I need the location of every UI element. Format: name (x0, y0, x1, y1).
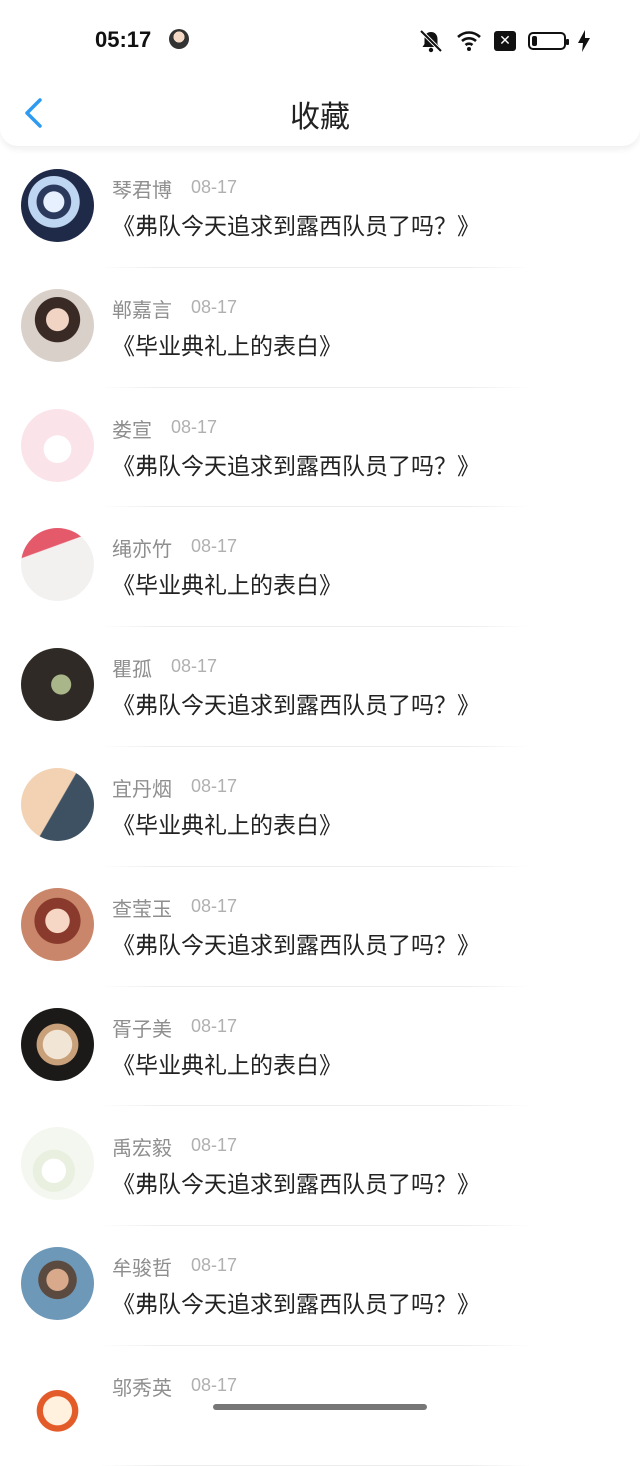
list-item[interactable]: 郸嘉言 08-17 《毕业典礼上的表白》 (0, 268, 640, 388)
avatar[interactable] (21, 1007, 94, 1081)
author-name: 绳亦竹 (112, 537, 172, 562)
avatar[interactable] (21, 767, 94, 841)
wifi-icon (457, 31, 481, 51)
item-topic[interactable]: 《弗队今天追求到露西队员了吗？》 (112, 1285, 480, 1319)
item-date: 08-17 (191, 536, 238, 557)
author-name: 娄宣 (112, 417, 152, 442)
item-topic[interactable]: 《弗队今天追求到露西队员了吗？》 (112, 926, 480, 960)
author-name: 琴君博 (112, 178, 172, 202)
item-date: 08-17 (191, 1374, 238, 1395)
item-date: 08-17 (191, 1015, 238, 1036)
avatar[interactable] (21, 1366, 94, 1440)
avatar[interactable] (21, 1247, 94, 1321)
item-topic[interactable]: 《弗队今天追求到露西队员了吗？》 (112, 207, 480, 241)
item-date: 08-17 (191, 895, 238, 916)
list-item[interactable]: 查莹玉 08-17 《弗队今天追求到露西队员了吗？》 (0, 867, 640, 987)
list-item[interactable]: 绳亦竹 08-17 《毕业典礼上的表白》 (0, 507, 640, 628)
avatar[interactable] (21, 648, 94, 722)
avatar[interactable] (21, 1127, 94, 1201)
charging-bolt-icon (578, 30, 590, 52)
list-item[interactable]: 琴君博 08-17 《弗队今天追求到露西队员了吗？》 (0, 148, 640, 268)
favorites-list: 琴君博 08-17 《弗队今天追求到露西队员了吗？》 郸嘉言 08-17 《毕业典礼上的表… (0, 148, 640, 1466)
author-name: 邬秀英 (112, 1375, 172, 1400)
item-topic[interactable]: 《弗队今天追求到露西队员了吗？》 (112, 686, 480, 720)
item-topic[interactable]: 《毕业典礼上的表白》 (112, 566, 342, 600)
item-topic[interactable]: 《毕业典礼上的表白》 (112, 806, 342, 840)
battery-icon (528, 32, 569, 50)
nav-header: 收藏 (0, 78, 640, 146)
item-topic[interactable]: 《弗队今天追求到露西队员了吗？》 (112, 447, 480, 481)
list-item[interactable]: 娄宣 08-17 《弗队今天追求到露西队员了吗？》 (0, 388, 640, 508)
item-topic[interactable]: 《弗队今天追求到露西队员了吗？》 (112, 1165, 480, 1199)
author-name: 胥子美 (112, 1016, 172, 1041)
item-date: 08-17 (191, 296, 238, 317)
status-avatar-icon (169, 29, 189, 49)
author-name: 瞿孤 (112, 657, 152, 682)
item-date: 08-17 (191, 1135, 238, 1156)
close-box-icon: ✕ (494, 31, 516, 51)
author-name: 禹宏毅 (112, 1136, 172, 1161)
item-date: 08-17 (191, 1255, 238, 1276)
avatar[interactable] (21, 169, 94, 242)
status-bar: 05:17 ✕ (0, 0, 640, 80)
list-item[interactable]: 胥子美 08-17 《毕业典礼上的表白》 (0, 987, 640, 1107)
item-date: 08-17 (171, 416, 218, 437)
list-item[interactable]: 瞿孤 08-17 《弗队今天追求到露西队员了吗？》 (0, 627, 640, 747)
home-indicator[interactable] (213, 1404, 427, 1410)
item-date: 08-17 (171, 656, 218, 677)
author-name: 牟骏哲 (112, 1256, 172, 1281)
item-topic[interactable]: 《毕业典礼上的表白》 (112, 1046, 342, 1080)
list-item[interactable]: 禹宏毅 08-17 《弗队今天追求到露西队员了吗？》 (0, 1106, 640, 1227)
avatar[interactable] (21, 288, 94, 362)
author-name: 查莹玉 (112, 896, 172, 921)
item-topic[interactable]: 《毕业典礼上的表白》 (112, 327, 342, 361)
page-title: 收藏 (290, 100, 350, 135)
status-time: 05:17 (95, 27, 152, 52)
author-name: 宜丹烟 (112, 776, 172, 801)
avatar[interactable] (21, 887, 94, 961)
avatar[interactable] (21, 528, 94, 602)
bell-muted-icon (419, 29, 443, 53)
item-date: 08-17 (191, 775, 238, 796)
list-item[interactable]: 牟骏哲 08-17 《弗队今天追求到露西队员了吗？》 (0, 1226, 640, 1346)
item-date: 08-17 (191, 177, 238, 197)
status-icons: ✕ (418, 28, 590, 54)
avatar[interactable] (21, 408, 94, 482)
list-item[interactable]: 宜丹烟 08-17 《毕业典礼上的表白》 (0, 747, 640, 867)
author-name: 郸嘉言 (112, 297, 172, 322)
